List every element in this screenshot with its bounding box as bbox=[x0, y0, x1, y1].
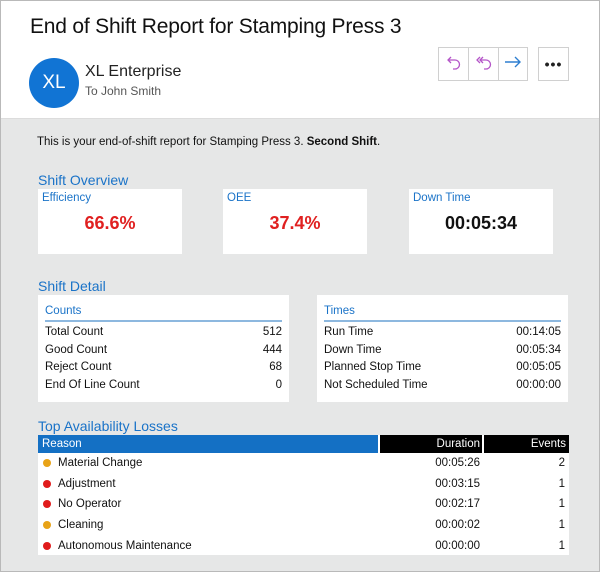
times-rows: Run Time 00:14:05 Down Time 00:05:34 Plann… bbox=[324, 324, 561, 394]
events-cell: 2 bbox=[558, 457, 565, 470]
row-label: Total Count bbox=[45, 326, 104, 338]
table-header: Reason Duration Events bbox=[38, 435, 569, 453]
time-row: Run Time 00:14:05 bbox=[324, 324, 561, 342]
email-header: End of Shift Report for Stamping Press 3… bbox=[1, 1, 599, 118]
intro-end: . bbox=[377, 136, 381, 148]
row-value: 512 bbox=[262, 326, 282, 338]
recipient-line: To John Smith bbox=[85, 84, 162, 98]
email-subject: End of Shift Report for Stamping Press 3 bbox=[30, 15, 402, 38]
table-row: Autonomous Maintenance 00:00:00 1 bbox=[38, 535, 569, 556]
reply-all-button[interactable] bbox=[468, 47, 498, 81]
times-card: Times Run Time 00:14:05 Down Time 00:05:34… bbox=[317, 295, 568, 402]
reason-text: Cleaning bbox=[58, 519, 104, 532]
intro-plain: This is your end-of-shift report for Sta… bbox=[37, 136, 307, 148]
kpi-oee: OEE 37.4% bbox=[223, 189, 367, 254]
row-label: Good Count bbox=[45, 343, 108, 356]
events-cell: 1 bbox=[558, 539, 565, 552]
row-value: 00:14:05 bbox=[516, 326, 561, 338]
counts-card: Counts Total Count 512 Good Count 444 Reje… bbox=[38, 295, 289, 402]
events-cell: 1 bbox=[558, 498, 565, 511]
counts-rows: Total Count 512 Good Count 444 Reject Coun… bbox=[45, 324, 282, 394]
reason-text: No Operator bbox=[58, 498, 122, 511]
row-value: 00:00:00 bbox=[516, 378, 561, 391]
sender-avatar[interactable]: XL bbox=[29, 58, 79, 108]
shift-name: Second Shift bbox=[306, 136, 377, 148]
row-value: 68 bbox=[269, 361, 282, 374]
kpi-value: 66.6% bbox=[84, 213, 136, 233]
reason-cell: Adjustment bbox=[38, 478, 378, 490]
reason-text: Autonomous Maintenance bbox=[58, 539, 192, 552]
kpi-efficiency: Efficiency 66.6% bbox=[38, 189, 182, 254]
reply-button[interactable] bbox=[438, 47, 468, 81]
row-value: 00:05:05 bbox=[516, 361, 561, 374]
forward-button[interactable] bbox=[498, 47, 528, 81]
table-body: Material Change 00:05:26 2 Adjustment 00:03:… bbox=[38, 453, 569, 556]
reason-cell: Autonomous Maintenance bbox=[38, 540, 378, 552]
time-row: Down Time 00:05:34 bbox=[324, 342, 561, 360]
shift-overview-title: Shift Overview bbox=[38, 172, 129, 188]
table-row: Adjustment 00:03:15 1 bbox=[38, 474, 569, 495]
duration-cell: 00:05:26 bbox=[435, 457, 480, 470]
duration-cell: 00:00:02 bbox=[435, 519, 480, 532]
shift-detail-title: Shift Detail bbox=[38, 278, 106, 294]
count-row: Reject Count 68 bbox=[45, 359, 282, 377]
row-value: 00:05:34 bbox=[516, 343, 561, 356]
row-label: Run Time bbox=[324, 326, 374, 338]
count-row: Good Count 444 bbox=[45, 342, 282, 360]
table-row: No Operator 00:02:17 1 bbox=[38, 494, 569, 515]
times-heading: Times bbox=[324, 305, 561, 322]
more-options-button[interactable]: ••• bbox=[538, 47, 569, 81]
sender-name[interactable]: XL Enterprise bbox=[85, 63, 181, 81]
ellipsis-icon: ••• bbox=[544, 56, 563, 72]
row-label: Not Scheduled Time bbox=[324, 378, 428, 391]
counts-heading: Counts bbox=[45, 305, 282, 322]
row-label: End Of Line Count bbox=[45, 378, 140, 391]
row-label: Down Time bbox=[324, 343, 382, 356]
status-dot-icon bbox=[43, 521, 51, 530]
time-row: Not Scheduled Time 00:00:00 bbox=[324, 377, 561, 395]
availability-losses-table: Reason Duration Events Material Change 00… bbox=[38, 435, 569, 555]
forward-icon bbox=[504, 55, 522, 74]
kpi-value: 37.4% bbox=[269, 213, 321, 233]
kpi-label: Efficiency bbox=[42, 192, 92, 204]
row-value: 444 bbox=[262, 343, 282, 356]
reason-cell: Cleaning bbox=[38, 519, 378, 531]
reason-text: Material Change bbox=[58, 457, 143, 470]
status-dot-icon bbox=[43, 500, 51, 509]
column-header-events: Events bbox=[484, 435, 569, 453]
status-dot-icon bbox=[43, 479, 51, 488]
status-dot-icon bbox=[43, 459, 51, 468]
kpi-label: Down Time bbox=[413, 192, 471, 204]
reason-text: Adjustment bbox=[58, 477, 116, 490]
row-label: Planned Stop Time bbox=[324, 361, 422, 374]
reason-cell: No Operator bbox=[38, 498, 378, 510]
column-header-reason: Reason bbox=[38, 435, 378, 453]
column-header-duration: Duration bbox=[380, 435, 482, 453]
reply-icon bbox=[446, 54, 462, 75]
email-window: End of Shift Report for Stamping Press 3… bbox=[0, 0, 600, 572]
intro-text: This is your end-of-shift report for Sta… bbox=[37, 136, 380, 148]
events-cell: 1 bbox=[558, 477, 565, 490]
duration-cell: 00:02:17 bbox=[435, 498, 480, 511]
time-row: Planned Stop Time 00:05:05 bbox=[324, 359, 561, 377]
message-actions: ••• bbox=[438, 47, 569, 81]
kpi-down-time: Down Time 00:05:34 bbox=[409, 189, 553, 254]
count-row: End Of Line Count 0 bbox=[45, 377, 282, 395]
table-row: Cleaning 00:00:02 1 bbox=[38, 515, 569, 536]
count-row: Total Count 512 bbox=[45, 324, 282, 342]
duration-cell: 00:03:15 bbox=[435, 477, 480, 490]
table-row: Material Change 00:05:26 2 bbox=[38, 453, 569, 474]
kpi-value: 00:05:34 bbox=[444, 213, 518, 233]
row-value: 0 bbox=[275, 378, 282, 391]
duration-cell: 00:00:00 bbox=[435, 539, 480, 552]
reply-all-icon bbox=[475, 54, 493, 75]
availability-losses-title: Top Availability Losses bbox=[38, 418, 178, 434]
status-dot-icon bbox=[43, 541, 51, 550]
row-label: Reject Count bbox=[45, 361, 112, 374]
kpi-label: OEE bbox=[227, 192, 252, 204]
events-cell: 1 bbox=[558, 519, 565, 532]
report-body: This is your end-of-shift report for Sta… bbox=[1, 118, 599, 571]
reason-cell: Material Change bbox=[38, 457, 378, 469]
